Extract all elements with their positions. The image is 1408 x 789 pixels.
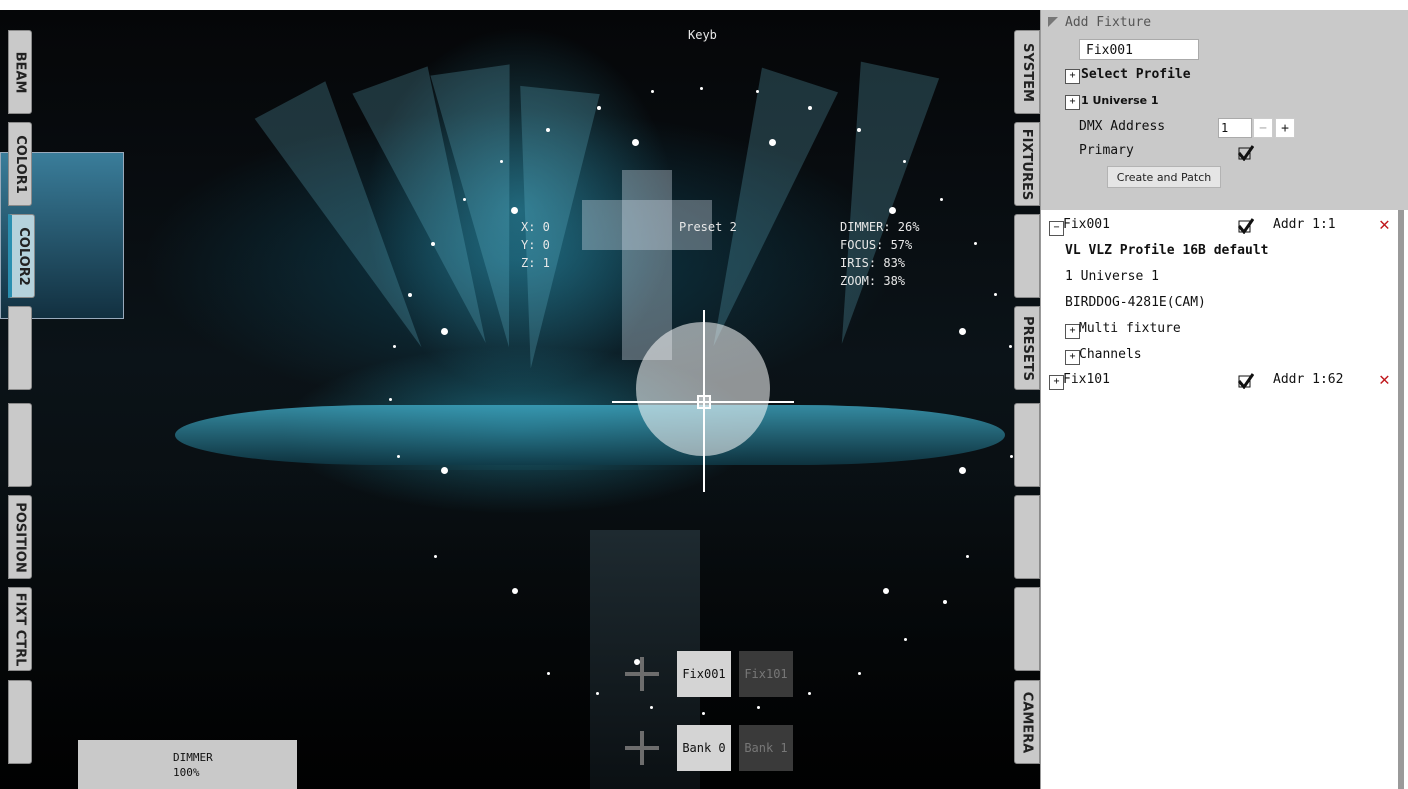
remove-fixture-icon[interactable]: ✕ [1379, 371, 1390, 389]
crosshair-handle[interactable] [697, 395, 711, 409]
add-fixture-plus-icon[interactable] [625, 657, 659, 691]
fixture-panel: Add Fixture Fix001 + Select Profile + 1 … [1040, 10, 1408, 789]
fixture-address: Addr 1:1 [1273, 217, 1336, 232]
fixture-address: Addr 1:62 [1273, 372, 1344, 387]
expand-icon[interactable]: + [1065, 95, 1080, 110]
fixture-check-icon[interactable] [1238, 218, 1254, 234]
dimmer-label: DIMMER [173, 751, 213, 764]
iris-readout: IRIS: 83% [840, 256, 906, 270]
tab-fixt-ctrl[interactable]: FIXT CTRL [8, 587, 32, 671]
tab-empty-right-1[interactable] [1014, 214, 1040, 298]
expand-icon[interactable]: + [1065, 324, 1080, 339]
fixture-check-icon[interactable] [1238, 373, 1254, 389]
position-x: X: 0 [521, 220, 550, 234]
focus-readout: FOCUS: 57% [840, 238, 913, 252]
collapse-triangle-icon[interactable] [1048, 17, 1058, 27]
tab-empty-right-3[interactable] [1014, 495, 1040, 579]
fixture-universe: 1 Universe 1 [1065, 269, 1159, 284]
dimmer-readout: DIMMER: 26% [840, 220, 920, 234]
bank-button-1[interactable]: Bank 1 [739, 725, 793, 771]
tab-presets[interactable]: PRESETS [1014, 306, 1040, 390]
stage-deck [175, 405, 1005, 465]
channels-node[interactable]: Channels [1079, 345, 1142, 365]
universe-selector[interactable]: 1 Universe 1 [1081, 94, 1159, 107]
fixture-button-fix001[interactable]: Fix001 [677, 651, 731, 697]
tab-empty-left-2[interactable] [8, 403, 32, 487]
dimmer-fader[interactable]: DIMMER 100% [78, 740, 297, 789]
fixture-name-fix001[interactable]: Fix001 [1063, 215, 1110, 235]
collapse-icon[interactable]: − [1049, 221, 1064, 236]
dimmer-value: 100% [173, 766, 200, 779]
add-fixture-section: Add Fixture Fix001 + Select Profile + 1 … [1041, 10, 1408, 210]
tab-camera[interactable]: CAMERA [1014, 680, 1040, 764]
panel-scrollbar[interactable] [1398, 210, 1404, 789]
fixture-name-input[interactable]: Fix001 [1079, 39, 1199, 60]
fixture-camera: BIRDDOG-4281E(CAM) [1065, 295, 1206, 310]
zoom-readout: ZOOM: 38% [840, 274, 906, 288]
tab-empty-left-3[interactable] [8, 680, 32, 764]
fixture-profile: VL VLZ Profile 16B default [1065, 243, 1269, 258]
keyboard-label: Keyb [688, 28, 717, 42]
select-profile[interactable]: Select Profile [1081, 67, 1191, 82]
dmx-address-input[interactable]: 1 [1218, 118, 1252, 138]
bank-button-0[interactable]: Bank 0 [677, 725, 731, 771]
fixture-name-fix101[interactable]: Fix101 [1063, 370, 1110, 390]
add-fixture-header: Add Fixture [1065, 15, 1152, 30]
tab-color2[interactable]: COLOR2 [8, 214, 35, 298]
position-z: Z: 1 [521, 256, 550, 270]
primary-checkbox-icon[interactable] [1238, 145, 1254, 161]
tab-fixtures[interactable]: FIXTURES [1014, 122, 1040, 206]
tab-beam[interactable]: BEAM [8, 30, 32, 114]
multi-fixture-node[interactable]: Multi fixture [1079, 319, 1181, 339]
dmx-decrement-button[interactable]: − [1253, 118, 1273, 138]
stage-cross [622, 170, 672, 360]
dmx-increment-button[interactable]: + [1275, 118, 1295, 138]
tab-position[interactable]: POSITION [8, 495, 32, 579]
preset-label: Preset 2 [679, 220, 737, 234]
tab-system[interactable]: SYSTEM [1014, 30, 1040, 114]
expand-icon[interactable]: + [1065, 350, 1080, 365]
add-bank-plus-icon[interactable] [625, 731, 659, 765]
tab-color1[interactable]: COLOR1 [8, 122, 32, 206]
dmx-address-label: DMX Address [1079, 119, 1166, 134]
tab-empty-right-2[interactable] [1014, 403, 1040, 487]
expand-icon[interactable]: + [1065, 69, 1080, 84]
remove-fixture-icon[interactable]: ✕ [1379, 216, 1390, 234]
tab-empty-left-1[interactable] [8, 306, 32, 390]
primary-label: Primary [1079, 143, 1134, 158]
position-y: Y: 0 [521, 238, 550, 252]
tab-empty-right-4[interactable] [1014, 587, 1040, 671]
expand-icon[interactable]: + [1049, 375, 1064, 390]
camera-viewport[interactable] [0, 10, 1040, 789]
fixture-button-fix101[interactable]: Fix101 [739, 651, 793, 697]
create-and-patch-button[interactable]: Create and Patch [1107, 166, 1221, 188]
